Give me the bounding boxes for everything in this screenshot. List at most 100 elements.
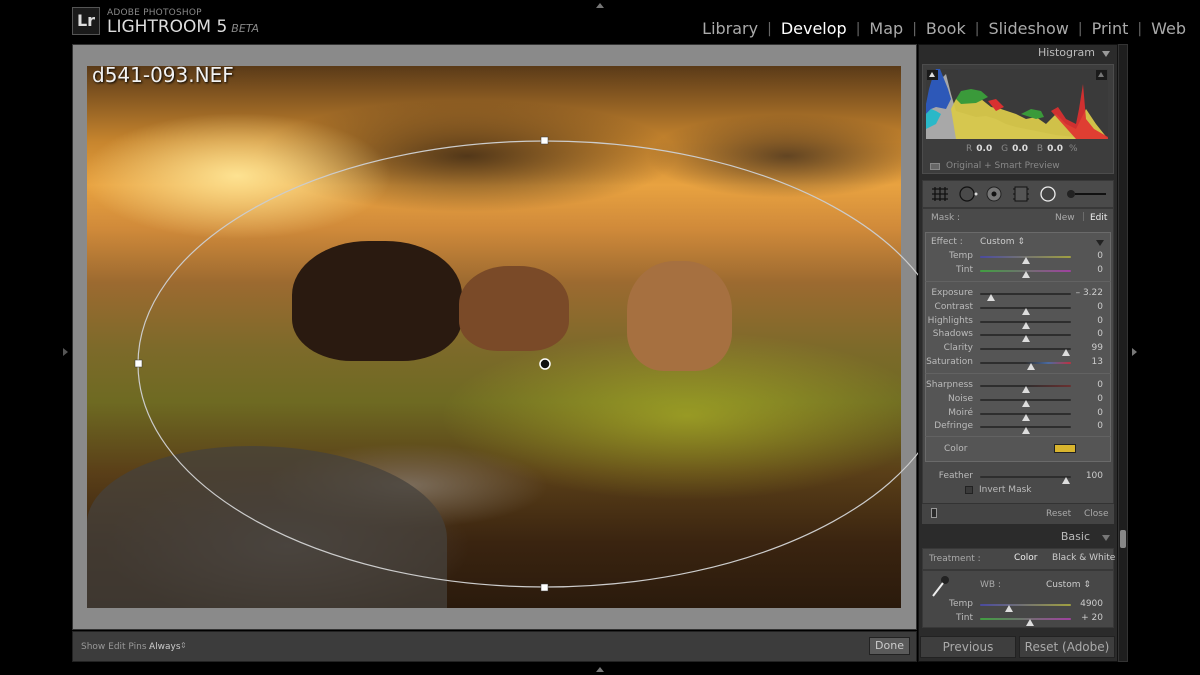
- module-map[interactable]: Map: [869, 19, 903, 38]
- saturation-track[interactable]: [980, 362, 1071, 370]
- previous-button[interactable]: Previous: [920, 636, 1016, 658]
- mask-close-button[interactable]: Close: [1084, 509, 1109, 519]
- edit-pin[interactable]: [539, 358, 551, 370]
- done-button[interactable]: Done: [869, 637, 910, 655]
- radial-handle-left[interactable]: [134, 359, 143, 368]
- feather-track[interactable]: [980, 476, 1071, 484]
- radial-filter-overlay[interactable]: [87, 66, 953, 608]
- sharpness-knob[interactable]: [1021, 386, 1030, 393]
- module-web[interactable]: Web: [1151, 19, 1186, 38]
- invert-mask-checkbox[interactable]: [965, 486, 973, 494]
- noise-track[interactable]: [980, 398, 1071, 407]
- highlights-knob[interactable]: [1021, 321, 1030, 329]
- shadows-knob[interactable]: [1021, 335, 1030, 343]
- top-panel-toggle-icon[interactable]: [596, 3, 604, 8]
- spot-removal-icon[interactable]: [958, 186, 980, 202]
- collapse-triangle-icon[interactable]: [1102, 535, 1110, 541]
- temp-value[interactable]: 4900: [1080, 599, 1103, 609]
- tint-knob[interactable]: [1021, 271, 1030, 278]
- graduated-filter-icon[interactable]: [1012, 186, 1030, 202]
- panel-scrollbar[interactable]: [1118, 44, 1128, 662]
- histogram-header[interactable]: Histogram: [918, 46, 1116, 64]
- contrast-knob[interactable]: [1021, 307, 1030, 315]
- noise-knob[interactable]: [1021, 399, 1030, 407]
- filter-enable-switch[interactable]: [931, 508, 937, 518]
- bottom-panel-toggle-icon[interactable]: [596, 667, 604, 672]
- exposure-track[interactable]: [980, 293, 1071, 301]
- crop-overlay-icon[interactable]: [930, 186, 950, 202]
- contrast-value[interactable]: 0: [1097, 302, 1103, 312]
- shadows-slider-row: Shadows 0: [925, 329, 1111, 343]
- module-library[interactable]: Library: [702, 19, 758, 38]
- tint-track[interactable]: [980, 270, 1071, 278]
- temp-label: Temp: [949, 599, 973, 609]
- effect-collapse-icon[interactable]: [1096, 240, 1104, 246]
- tint-knob[interactable]: [1026, 619, 1035, 626]
- treatment-color-button[interactable]: Color: [1014, 553, 1038, 563]
- feather-value[interactable]: 100: [1086, 471, 1103, 481]
- exposure-value[interactable]: – 3.22: [1076, 288, 1103, 298]
- clarity-value[interactable]: 99: [1092, 343, 1103, 353]
- rgb-readout: R 0.0 G 0.0 B 0.0%: [966, 144, 1078, 154]
- highlight-clipping-toggle[interactable]: [1096, 70, 1107, 80]
- collapse-triangle-icon[interactable]: [1102, 51, 1110, 57]
- module-book[interactable]: Book: [926, 19, 966, 38]
- tint-value[interactable]: + 20: [1081, 613, 1103, 623]
- tint-slider-row: Tint + 20: [925, 613, 1111, 626]
- wb-preset-select[interactable]: Custom ⇕: [1046, 580, 1091, 590]
- adjustment-brush-icon[interactable]: [1066, 186, 1108, 202]
- tint-track[interactable]: [980, 618, 1071, 626]
- saturation-value[interactable]: 13: [1092, 357, 1103, 367]
- mask-reset-button[interactable]: Reset: [1046, 509, 1071, 519]
- highlights-value[interactable]: 0: [1097, 316, 1103, 326]
- right-panel-toggle-icon[interactable]: [1132, 348, 1137, 356]
- contrast-track[interactable]: [980, 306, 1071, 315]
- effect-preset-select[interactable]: Custom ⇕: [980, 237, 1025, 247]
- shadow-clipping-toggle[interactable]: [927, 70, 938, 80]
- radial-handle-top[interactable]: [540, 136, 549, 145]
- saturation-knob[interactable]: [1026, 363, 1035, 370]
- color-swatch[interactable]: [1054, 444, 1076, 453]
- defringe-track[interactable]: [980, 426, 1071, 435]
- tint-value[interactable]: 0: [1097, 265, 1103, 275]
- moir-value[interactable]: 0: [1097, 408, 1103, 418]
- highlights-track[interactable]: [980, 320, 1071, 329]
- select-arrows-icon[interactable]: ⇕: [180, 641, 187, 650]
- moir-track[interactable]: [980, 412, 1071, 421]
- exposure-knob[interactable]: [986, 294, 995, 301]
- temp-value[interactable]: 0: [1097, 251, 1103, 261]
- sharpness-value[interactable]: 0: [1097, 380, 1103, 390]
- module-print[interactable]: Print: [1092, 19, 1129, 38]
- clarity-knob[interactable]: [1062, 349, 1071, 357]
- red-eye-icon[interactable]: [985, 186, 1003, 202]
- treatment-bw-button[interactable]: Black & White: [1052, 553, 1115, 563]
- temp-knob[interactable]: [1021, 257, 1030, 264]
- eyedropper-icon[interactable]: [930, 574, 952, 598]
- panel-scrollbar-thumb[interactable]: [1120, 530, 1126, 548]
- sharpness-track[interactable]: [980, 385, 1071, 393]
- left-panel-toggle-icon[interactable]: [63, 348, 68, 356]
- divider: [925, 436, 1111, 437]
- temp-track[interactable]: [980, 256, 1071, 264]
- module-slideshow[interactable]: Slideshow: [988, 19, 1068, 38]
- shadows-track[interactable]: [980, 334, 1071, 343]
- show-edit-pins-select[interactable]: Always: [149, 642, 181, 652]
- defringe-knob[interactable]: [1021, 427, 1030, 435]
- moir-knob[interactable]: [1021, 413, 1030, 421]
- defringe-value[interactable]: 0: [1097, 421, 1103, 431]
- module-develop[interactable]: Develop: [781, 19, 847, 38]
- temp-knob[interactable]: [1005, 605, 1014, 612]
- radial-handle-bottom[interactable]: [540, 583, 549, 592]
- feather-knob[interactable]: [1062, 477, 1071, 484]
- shadows-value[interactable]: 0: [1097, 329, 1103, 339]
- temp-track[interactable]: [980, 604, 1071, 612]
- mask-edit-button[interactable]: Edit: [1090, 213, 1107, 223]
- mask-new-button[interactable]: New: [1055, 213, 1075, 223]
- noise-value[interactable]: 0: [1097, 394, 1103, 404]
- clarity-track[interactable]: [980, 348, 1071, 357]
- basic-header[interactable]: Basic: [918, 528, 1116, 546]
- invert-mask-label[interactable]: Invert Mask: [979, 485, 1032, 495]
- radial-filter-icon[interactable]: [1039, 186, 1057, 202]
- sharpness-label: Sharpness: [926, 380, 973, 390]
- reset-adobe-button[interactable]: Reset (Adobe): [1019, 636, 1115, 658]
